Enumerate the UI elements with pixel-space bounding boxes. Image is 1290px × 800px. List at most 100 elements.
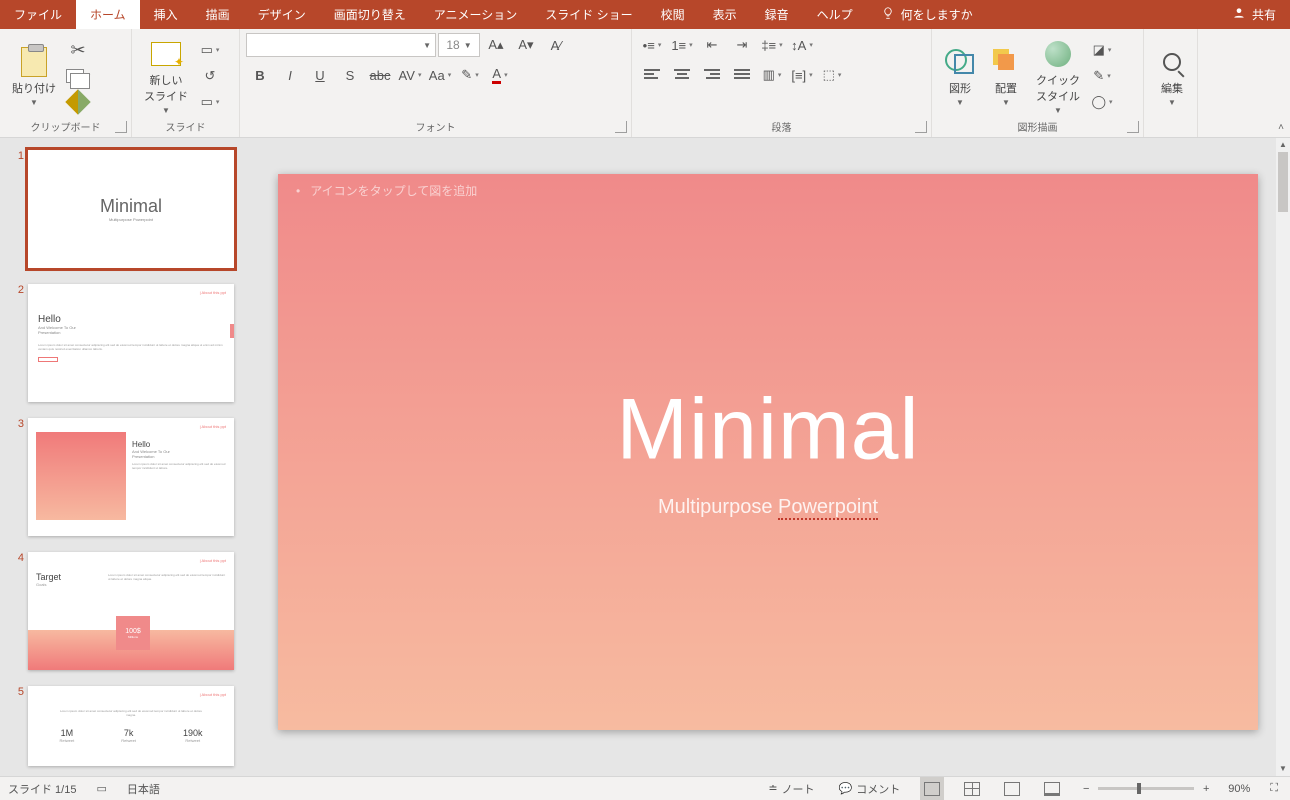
outdent-button[interactable]: ⇤ [698,33,726,57]
new-slide-button[interactable]: 新しい スライド ▼ [138,36,194,117]
font-color-button[interactable]: A [486,63,514,87]
line-spacing-button[interactable]: ‡≡ [758,33,786,57]
reset-button[interactable]: ↺ [196,64,224,88]
clipboard-launcher[interactable] [115,121,127,133]
align-center-button[interactable] [668,63,696,87]
slide-counter[interactable]: スライド 1/15 [8,781,76,797]
slide-subtitle[interactable]: Multipurpose Powerpoint [278,496,1258,519]
numbering-button[interactable]: 1≡ [668,33,696,57]
thumb4-sub: Goals [36,582,226,587]
tab-help[interactable]: ヘルプ [803,0,867,29]
strike-button[interactable]: abc [366,63,394,87]
shape-fill-button[interactable]: ◪ [1088,38,1116,62]
tab-view[interactable]: 表示 [699,0,751,29]
arrange-button[interactable]: 配置 ▼ [984,44,1028,109]
text-direction-button[interactable]: ↕A [788,33,816,57]
find-button[interactable]: 編集 ▼ [1150,44,1194,109]
paragraph-launcher[interactable] [915,121,927,133]
tab-review[interactable]: 校閲 [647,0,699,29]
tab-insert[interactable]: 挿入 [140,0,192,29]
align-left-button[interactable] [638,63,666,87]
share-button[interactable]: 共有 [1218,0,1290,29]
tab-recording[interactable]: 録音 [751,0,803,29]
slide-title[interactable]: Minimal [278,380,1258,479]
copy-button[interactable] [64,64,92,88]
comments-button[interactable]: 💬コメント [835,777,905,800]
smartart-icon: ⬚ [823,67,835,83]
language-indicator[interactable]: 日本語 [127,781,160,797]
tab-home[interactable]: ホーム [76,0,140,29]
font-name-combo[interactable]: ▼ [246,33,436,57]
drawing-launcher[interactable] [1127,121,1139,133]
grow-font-button[interactable]: A▴ [482,33,510,57]
pen-icon: ✎ [1093,68,1104,84]
spacing-icon: AV [399,68,415,83]
align-right-button[interactable] [698,63,726,87]
view-slideshow-icon [1044,782,1060,796]
scroll-thumb[interactable] [1278,152,1288,212]
canvas-scroll[interactable]: アイコンをタップして図を追加 Minimal Multipurpose Powe… [260,138,1276,776]
scroll-down-button[interactable]: ▼ [1276,762,1290,776]
change-case-button[interactable]: Aa [426,63,454,87]
zoom-in-button[interactable]: + [1200,783,1212,795]
collapse-ribbon-button[interactable]: ˄ [1278,122,1284,133]
spellcheck-button[interactable]: ▭ [92,777,110,800]
thumbnail-pane[interactable]: 1 Minimal Multipurpose Powerpoint 2 | Ab… [0,138,260,776]
bullets-button[interactable]: •≡ [638,33,666,57]
slide-thumb-2[interactable]: 2 | About this ppt Hello And Welcome To … [10,284,250,402]
shapes-button[interactable]: 図形 ▼ [938,44,982,109]
section-button[interactable]: ▭ [196,90,224,114]
chevron-down-icon: ▼ [423,41,431,50]
slide-thumb-3[interactable]: 3 | About this ppt Hello And Welcome To … [10,418,250,536]
tab-animations[interactable]: アニメーション [420,0,532,29]
shape-outline-button[interactable]: ✎ [1088,64,1116,88]
text-shadow-button[interactable]: S [336,63,364,87]
view-slideshow-button[interactable] [1040,777,1064,800]
smartart-button[interactable]: ⬚ [818,63,846,87]
columns-button[interactable]: ▥ [758,63,786,87]
thumb5-c-v: 190k [183,728,203,738]
slide-thumb-4[interactable]: 4 | About this ppt Target Goals Lorem ip… [10,552,250,670]
clear-format-button[interactable]: A⁄ [542,33,570,57]
tab-design[interactable]: デザイン [244,0,320,29]
quickstyles-button[interactable]: クイック スタイル ▼ [1030,36,1086,117]
zoom-slider[interactable] [1098,787,1194,790]
thumb-number: 1 [10,150,28,268]
font-size-combo[interactable]: 18▼ [438,33,480,57]
cut-button[interactable]: ✂ [64,38,92,62]
slide-thumb-5[interactable]: 5 | About this ppt Lorem ipsum dolor sit… [10,686,250,766]
char-spacing-button[interactable]: AV [396,63,424,87]
shrink-font-button[interactable]: A▾ [512,33,540,57]
view-reading-button[interactable] [1000,777,1024,800]
paste-button[interactable]: 貼り付け ▼ [6,44,62,109]
bold-button[interactable]: B [246,63,274,87]
shape-effects-button[interactable]: ◯ [1088,90,1116,114]
vertical-scrollbar[interactable]: ▲ ▼ [1276,138,1290,776]
align-text-button[interactable]: [≡] [788,63,816,87]
tab-transitions[interactable]: 画面切り替え [320,0,420,29]
notes-label: ノート [782,781,815,797]
tab-slideshow[interactable]: スライド ショー [531,0,646,29]
layout-button[interactable]: ▭ [196,38,224,62]
indent-button[interactable]: ⇥ [728,33,756,57]
slide-thumb-1[interactable]: 1 Minimal Multipurpose Powerpoint [10,150,250,268]
underline-button[interactable]: U [306,63,334,87]
scroll-up-button[interactable]: ▲ [1276,138,1290,152]
tell-me[interactable]: 何をしますか [867,0,987,29]
tab-file[interactable]: ファイル [0,0,76,29]
format-painter-button[interactable] [64,90,92,114]
notes-button[interactable]: ≐ノート [764,777,818,800]
highlight-button[interactable]: ✎ [456,63,484,87]
view-normal-button[interactable] [920,777,944,800]
slide-canvas[interactable]: アイコンをタップして図を追加 Minimal Multipurpose Powe… [278,174,1258,730]
italic-button[interactable]: I [276,63,304,87]
justify-button[interactable] [728,63,756,87]
font-launcher[interactable] [615,121,627,133]
tab-draw[interactable]: 描画 [192,0,244,29]
view-sorter-button[interactable] [960,777,984,800]
zoom-out-button[interactable]: − [1080,783,1092,795]
zoom-percent[interactable]: 90% [1228,783,1250,795]
zoom-knob[interactable] [1137,783,1141,794]
shapes-label: 図形 [949,80,971,96]
fit-to-window-button[interactable]: ⛶ [1266,777,1282,800]
